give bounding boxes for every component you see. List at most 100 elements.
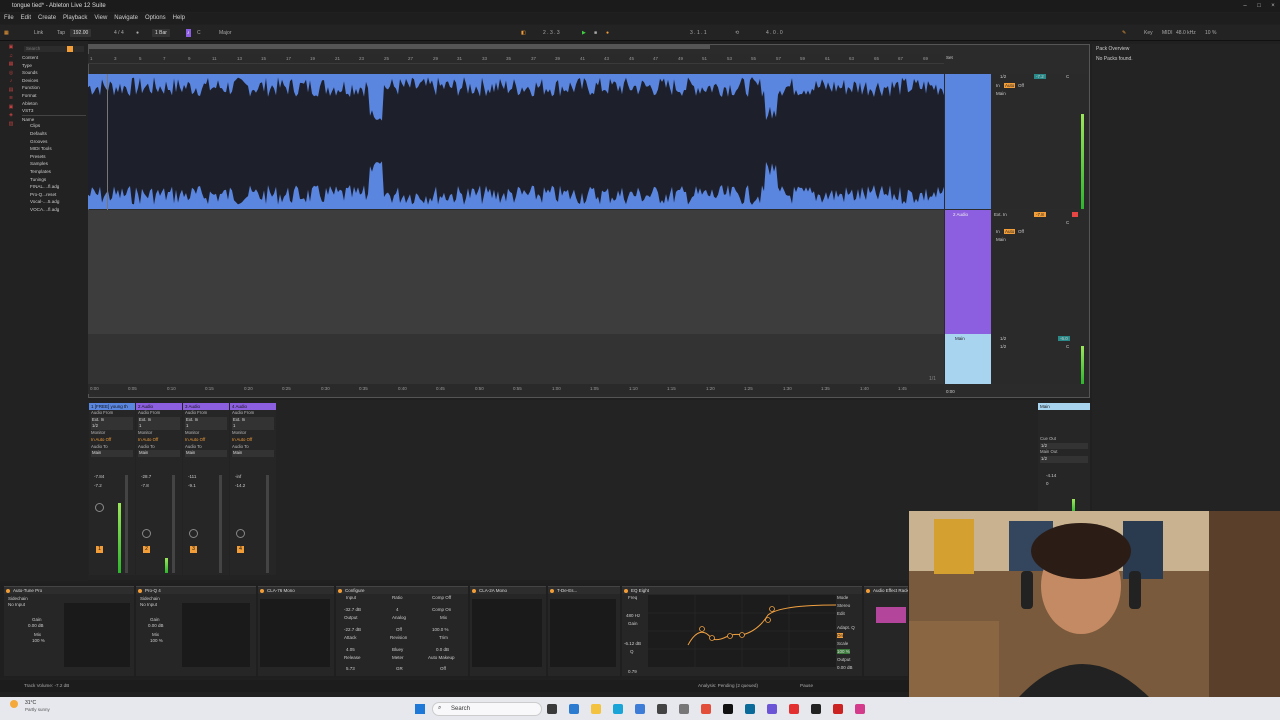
windows-start-icon[interactable]: [415, 704, 425, 714]
browser-category[interactable]: VST3: [22, 107, 86, 115]
weather-icon[interactable]: [10, 700, 18, 708]
pause-button[interactable]: Pause: [800, 680, 813, 692]
weather-desc[interactable]: Partly sunny: [25, 707, 50, 712]
pan-knob[interactable]: [142, 529, 151, 538]
track-header-1[interactable]: [945, 74, 991, 209]
audio-from-select[interactable]: Ext. In: [185, 416, 227, 424]
key-toggle-icon[interactable]: ♪: [186, 29, 191, 37]
loop-length[interactable]: 4 . 0 . 0: [766, 29, 783, 37]
param-value[interactable]: 0.00 dB: [837, 665, 853, 670]
audio-to-select[interactable]: Main: [138, 450, 180, 457]
plugin-display[interactable]: [550, 599, 616, 667]
device-title[interactable]: Pro-Q 4: [136, 587, 256, 594]
monitor-off[interactable]: Off: [1018, 83, 1024, 88]
zoom-readout[interactable]: 0:00: [946, 389, 955, 394]
param-value[interactable]: 480 Hz: [626, 613, 640, 618]
main-track-lane[interactable]: [88, 334, 944, 384]
tap-button[interactable]: Tap: [57, 29, 65, 37]
track-activator[interactable]: 2: [143, 546, 150, 553]
track-activator[interactable]: 4: [237, 546, 244, 553]
app-icon[interactable]: [569, 704, 579, 714]
track-activator[interactable]: 3: [190, 546, 197, 553]
monitor-toggle[interactable]: In Auto Off: [136, 437, 182, 444]
loop-start[interactable]: 3 . 1 . 1: [690, 29, 707, 37]
category-icon[interactable]: ◎: [0, 70, 22, 79]
category-icon[interactable]: ▥: [0, 121, 22, 130]
close-button[interactable]: ×: [1266, 0, 1280, 12]
track-volume[interactable]: -7.8: [1034, 212, 1046, 217]
browser-category[interactable]: Sounds: [22, 69, 86, 77]
menu-playback[interactable]: Playback: [63, 13, 87, 24]
metronome-icon[interactable]: ●: [136, 29, 139, 37]
device-title[interactable]: Auto-Tune Pro: [4, 587, 134, 594]
browser-item[interactable]: Templates: [22, 168, 86, 176]
monitor-in[interactable]: In: [996, 83, 1000, 88]
menu-edit[interactable]: Edit: [21, 13, 31, 24]
follow-icon[interactable]: ◧: [521, 29, 526, 37]
category-icon[interactable]: ▣: [0, 44, 22, 53]
device-title[interactable]: EQ Eight: [622, 587, 862, 594]
link-button[interactable]: Link: [34, 29, 43, 37]
key-map-button[interactable]: Key: [1144, 29, 1153, 37]
output-routing[interactable]: Main: [996, 91, 1006, 96]
audio-to-select[interactable]: Main: [185, 450, 227, 457]
browser-item[interactable]: Clips: [22, 122, 86, 130]
volume-value[interactable]: -14.2: [235, 483, 245, 488]
play-icon[interactable]: ▶: [582, 29, 586, 37]
browser-item[interactable]: Defaults: [22, 130, 86, 138]
volume-value[interactable]: -9.1: [188, 483, 196, 488]
input-type[interactable]: Ext. In: [994, 212, 1007, 217]
param-value[interactable]: On: [837, 633, 844, 638]
eq-display[interactable]: [648, 595, 836, 667]
volume-fader[interactable]: [125, 475, 128, 573]
browser-item[interactable]: Grooves: [22, 138, 86, 146]
discord-icon[interactable]: [767, 704, 777, 714]
audio-to-select[interactable]: Main: [232, 450, 274, 457]
pan-knob[interactable]: [95, 503, 104, 512]
track-header-2[interactable]: 2 Audio: [945, 210, 991, 334]
browser-item[interactable]: Vocal-....5.adg: [22, 198, 86, 206]
strip-name[interactable]: Main: [1038, 403, 1090, 410]
browser-item[interactable]: Samples: [22, 160, 86, 168]
input-channel[interactable]: 1/2: [1000, 74, 1006, 79]
param-value[interactable]: 4: [396, 607, 399, 612]
param-label[interactable]: Comp Off: [432, 595, 451, 600]
midi-map-button[interactable]: MIDI: [1162, 29, 1173, 37]
edge-icon[interactable]: [613, 704, 623, 714]
category-icon[interactable]: ◈: [0, 112, 22, 121]
browser-name-header[interactable]: Name: [22, 114, 86, 123]
category-icon[interactable]: ▤: [0, 87, 22, 96]
strip-name[interactable]: 1 [FREE] young th: [89, 403, 135, 410]
strip-name[interactable]: 2 Audio: [136, 403, 182, 410]
app-icon[interactable]: [679, 704, 689, 714]
volume-value[interactable]: -7.2: [94, 483, 102, 488]
monitor-toggle[interactable]: In Auto Off: [89, 437, 135, 444]
monitor-auto[interactable]: Auto: [1004, 83, 1016, 88]
track-activator[interactable]: 1: [96, 546, 103, 553]
menu-view[interactable]: View: [94, 13, 107, 24]
param-value[interactable]: Comp On: [432, 607, 451, 612]
param-label[interactable]: Edit: [837, 611, 845, 616]
main-out-select[interactable]: 1/2: [1040, 456, 1088, 463]
draw-mode-icon[interactable]: ✎: [1122, 29, 1126, 37]
browser-category[interactable]: Type: [22, 62, 86, 70]
track-volume[interactable]: -6.0: [1058, 336, 1070, 341]
track-pan[interactable]: C: [1066, 220, 1069, 225]
set-button[interactable]: Set: [946, 55, 953, 60]
browser-category[interactable]: Function: [22, 84, 86, 92]
browser-category[interactable]: Content: [22, 54, 86, 62]
device-title[interactable]: Audio Effect Rack: [864, 587, 908, 594]
param-value[interactable]: Bluey: [392, 647, 403, 652]
param-value[interactable]: GR: [396, 666, 403, 671]
menu-help[interactable]: Help: [173, 13, 185, 24]
category-icon[interactable]: ▣: [0, 104, 22, 113]
output-routing[interactable]: Main: [996, 237, 1006, 242]
param-value[interactable]: -22.7 dB: [344, 627, 361, 632]
track-name[interactable]: Main: [945, 334, 991, 341]
audio-from-select[interactable]: Ext. In: [91, 416, 133, 424]
chrome-icon[interactable]: [701, 704, 711, 714]
plugin-display[interactable]: [182, 603, 250, 667]
browser-item[interactable]: Presets: [22, 153, 86, 161]
monitor-toggle[interactable]: In Auto Off: [230, 437, 276, 444]
app-icon[interactable]: [635, 704, 645, 714]
